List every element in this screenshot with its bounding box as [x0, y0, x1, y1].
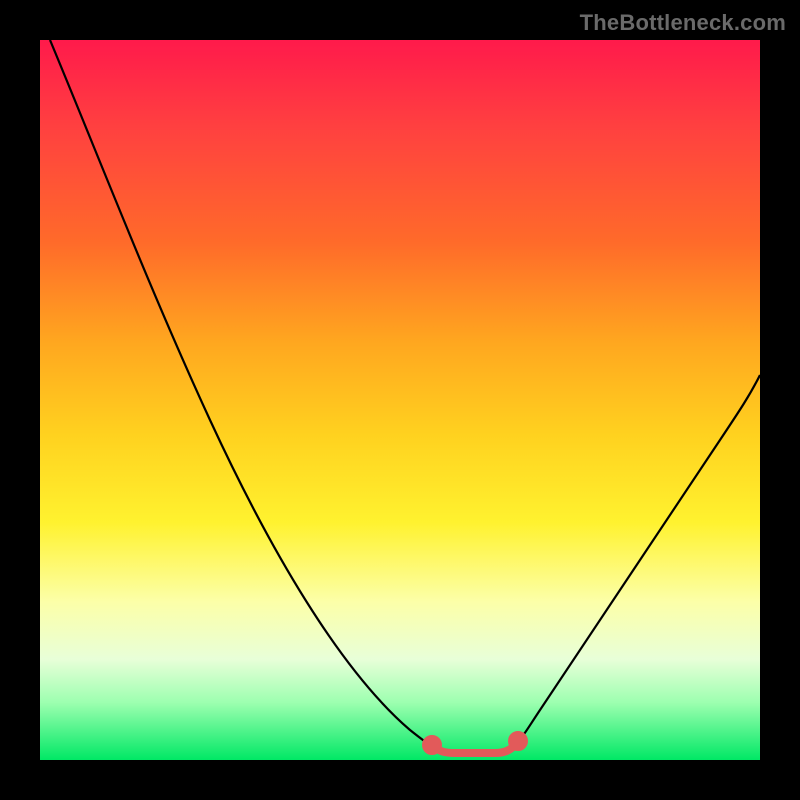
chart-frame: TheBottleneck.com [0, 0, 800, 800]
watermark-text: TheBottleneck.com [580, 10, 786, 36]
optimal-zone-highlight [426, 735, 524, 753]
bottleneck-curve-path [50, 40, 760, 752]
curve-svg [40, 40, 760, 760]
plot-gradient-background [40, 40, 760, 760]
